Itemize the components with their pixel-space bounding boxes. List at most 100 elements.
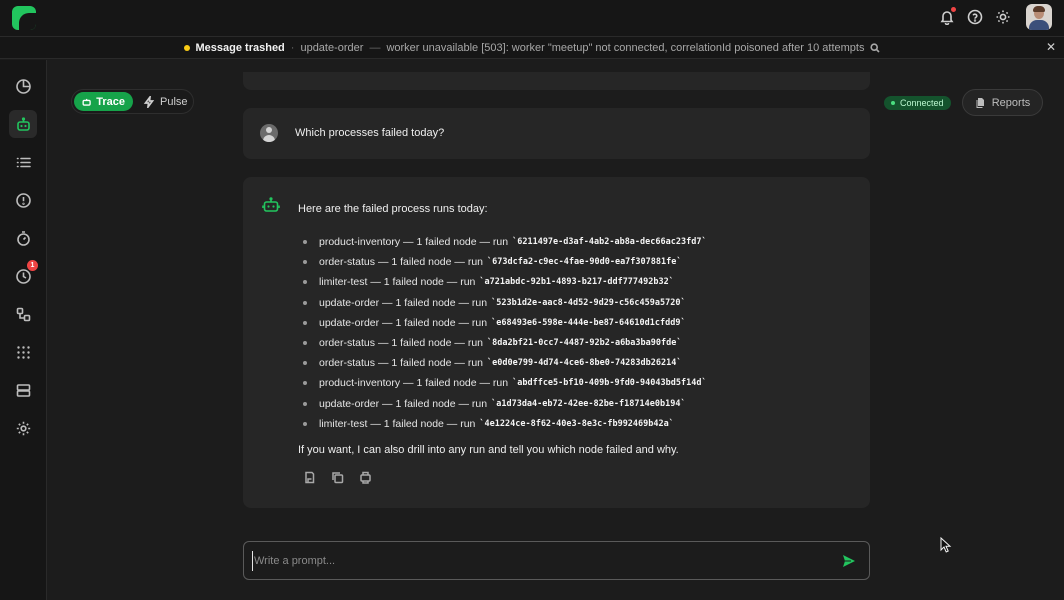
user-message: Which processes failed today? [243, 108, 870, 159]
connection-label: Connected [900, 98, 944, 108]
theme-sun-icon[interactable] [994, 8, 1012, 26]
notification-dot [951, 7, 956, 12]
stopwatch-icon[interactable] [9, 224, 37, 252]
run-id: `a721abdc-92b1-4893-b217-ddf777492b32` [479, 277, 674, 288]
bot-icon [262, 197, 280, 213]
run-id: `e68493e6-598e-444e-be87-64610d1cfdd9` [491, 317, 686, 328]
lightning-icon [143, 95, 155, 108]
prompt-input[interactable] [252, 551, 822, 571]
copy-icon[interactable] [331, 471, 345, 485]
banner-title: Message trashed [195, 41, 285, 54]
workflow-icon[interactable] [9, 300, 37, 328]
run-id: `4e1224ce-8f62-40e3-8e3c-fb992469b42a` [479, 418, 674, 429]
tab-pulse[interactable]: Pulse [135, 92, 196, 111]
top-actions [938, 4, 1052, 30]
assistant-intro: Here are the failed process runs today: [298, 203, 488, 215]
alerts-badge: 1 [27, 260, 38, 271]
bot-icon [82, 98, 91, 106]
run-description: limiter-test — 1 failed node — run [319, 276, 476, 289]
run-id: `a1d73da4-eb72-42ee-82be-f18714e0b194` [491, 398, 686, 409]
run-id: `6211497e-d3af-4ab2-ab8a-dec66ac23fd7` [512, 237, 707, 248]
banner-dash: — [369, 41, 381, 54]
mode-toggle: Trace Pulse [71, 89, 194, 114]
run-description: product-inventory — 1 failed node — run [319, 236, 509, 249]
failed-runs-list: product-inventory — 1 failed node — run `… [303, 232, 707, 434]
run-id: `abdffce5-bf10-409b-9fd0-94043bd5f14d` [512, 378, 707, 389]
user-avatar[interactable] [1026, 4, 1052, 30]
bullet [303, 240, 307, 245]
assistant-outro: If you want, I can also drill into any r… [298, 444, 679, 456]
run-description: order-status — 1 failed node — run [319, 337, 484, 350]
warning-dot [183, 44, 190, 51]
user-message-text: Which processes failed today? [295, 127, 445, 139]
run-id: `8da2bf21-0cc7-4487-92b2-a6ba3ba90fde` [487, 338, 682, 349]
run-description: product-inventory — 1 failed node — run [319, 377, 509, 390]
list-item: product-inventory — 1 failed node — run `… [303, 373, 707, 393]
run-description: update-order — 1 failed node — run [319, 397, 488, 410]
list-item: update-order — 1 failed node — run `a1d73… [303, 394, 707, 414]
bullet [303, 341, 307, 346]
list-item: limiter-test — 1 failed node — run `4e122… [303, 414, 707, 434]
server-icon[interactable] [9, 376, 37, 404]
mouse-cursor-icon [940, 537, 952, 553]
run-id: `673dcfa2-c9ec-4fae-90d0-ea7f307881fe` [487, 257, 682, 268]
list-item: update-order — 1 failed node — run `e6849… [303, 313, 707, 333]
list-icon[interactable] [9, 148, 37, 176]
bullet [303, 300, 307, 305]
alert-circle-icon[interactable] [9, 186, 37, 214]
clock-icon[interactable]: 1 [9, 260, 38, 290]
tab-trace-label: Trace [96, 95, 125, 108]
list-item: update-order — 1 failed node — run `523b1… [303, 293, 707, 313]
apps-grid-icon[interactable] [9, 338, 37, 366]
run-id: `523b1d2e-aac8-4d52-9d29-c56c459a5720` [491, 297, 686, 308]
run-id: `e0d0e799-4d74-4ce6-8be0-74283db26214` [487, 358, 682, 369]
user-avatar-icon [260, 124, 278, 142]
run-description: order-status — 1 failed node — run [319, 256, 484, 269]
list-item: order-status — 1 failed node — run `673dc… [303, 252, 707, 272]
list-item: order-status — 1 failed node — run `e0d0e… [303, 353, 707, 373]
prompt-box [243, 541, 870, 580]
banner-detail: worker unavailable [503]: worker "meetup… [386, 41, 865, 54]
help-icon[interactable] [966, 8, 984, 26]
message-actions [303, 471, 373, 485]
bullet [303, 320, 307, 325]
avatar-hair [1033, 6, 1045, 12]
settings-gear-icon[interactable] [9, 414, 37, 442]
run-description: limiter-test — 1 failed node — run [319, 417, 476, 430]
tab-pulse-label: Pulse [160, 95, 188, 108]
list-item: limiter-test — 1 failed node — run `a721a… [303, 272, 707, 292]
bullet [303, 260, 307, 265]
top-bar [0, 0, 1064, 37]
bot-icon[interactable] [9, 110, 37, 138]
bullet [303, 280, 307, 285]
close-icon[interactable]: ✕ [1044, 40, 1058, 54]
notification-banner: Message trashed · update-order — worker … [0, 37, 1064, 59]
notifications-bell-icon[interactable] [938, 7, 956, 26]
reports-button[interactable]: Reports [962, 89, 1043, 116]
document-icon [976, 98, 984, 108]
sidebar: 1 [0, 60, 47, 600]
tab-trace[interactable]: Trace [74, 92, 133, 111]
list-item: order-status — 1 failed node — run `8da2b… [303, 333, 707, 353]
status-dot [891, 101, 895, 105]
search-icon[interactable] [870, 42, 881, 53]
dashboard-chart-icon[interactable] [9, 72, 37, 100]
send-icon[interactable] [842, 554, 856, 568]
avatar-body [1029, 20, 1049, 30]
assistant-message: Here are the failed process runs today: … [243, 177, 870, 508]
run-description: order-status — 1 failed node — run [319, 357, 484, 370]
bullet [303, 421, 307, 426]
banner-separator: · [290, 41, 295, 54]
connection-status-badge: Connected [884, 96, 951, 110]
banner-process: update-order [300, 41, 364, 54]
export-pdf-icon[interactable] [359, 471, 373, 485]
app-logo[interactable] [12, 6, 36, 30]
run-description: update-order — 1 failed node — run [319, 296, 488, 309]
reports-label: Reports [991, 96, 1031, 109]
bullet [303, 381, 307, 386]
run-description: update-order — 1 failed node — run [319, 316, 488, 329]
save-note-icon[interactable] [303, 471, 317, 485]
previous-message-card [243, 72, 870, 90]
bullet [303, 361, 307, 366]
list-item: product-inventory — 1 failed node — run `… [303, 232, 707, 252]
